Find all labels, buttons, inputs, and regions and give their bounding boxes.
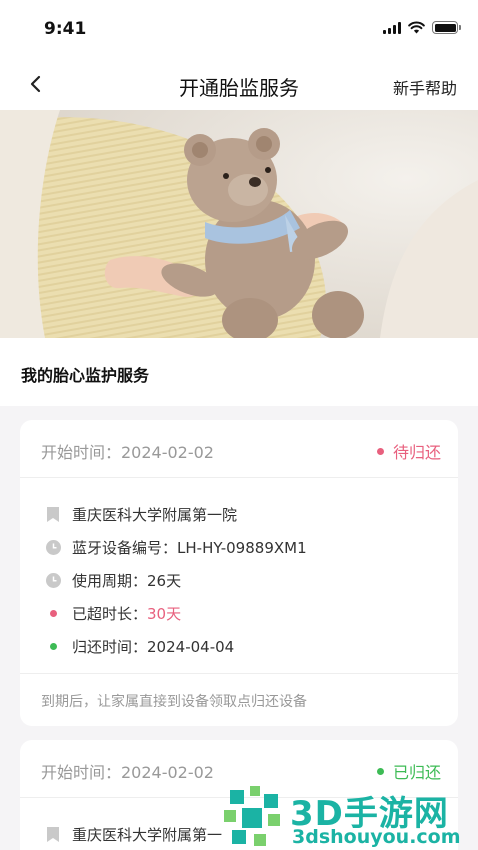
status-badge: 已归还 [376,759,441,783]
status-dot [376,767,384,775]
card-footer: 到期后，让家属直接到设备领取点归还设备 [20,674,458,726]
green-dot-icon [44,643,62,650]
status-icons [383,21,461,34]
status-badge: 待归还 [376,439,441,463]
start-time: 开始时间：2024-02-02 [41,763,214,782]
clock-icon [44,540,62,555]
period-row: 使用周期： 26天 [20,564,458,597]
bookmark-icon [44,827,62,842]
period-value: 26天 [147,572,182,590]
card-details: 重庆医科大学附属第一院 蓝牙设备编号： LH-HY-09889XM1 使用周期：… [20,478,458,674]
watermark-logo-icon [224,786,280,846]
return-note: 到期后，让家属直接到设备领取点归还设备 [41,694,307,710]
hospital-name: 重庆医科大学附属第一院 [72,506,238,524]
status-time: 9:41 [44,19,87,39]
device-label: 蓝牙设备编号： [72,539,178,557]
bookmark-icon [44,507,62,522]
wifi-icon [408,21,425,34]
status-dot [376,447,384,455]
watermark: 3D手游网 3dshouyou.com [220,784,478,850]
section-header: 我的胎心监护服务 [0,338,478,406]
clock-icon [44,573,62,588]
pink-dot-icon [44,610,62,617]
nav-bar: 开通胎监服务 新手帮助 [0,58,478,110]
device-number: LH-HY-09889XM1 [177,538,307,557]
cellular-signal-icon [383,21,401,34]
watermark-domain: 3dshouyou.com [292,826,461,848]
device-row: 蓝牙设备编号： LH-HY-09889XM1 [20,531,458,564]
start-time: 开始时间：2024-02-02 [41,443,214,462]
hero-banner-image [0,110,478,338]
help-link[interactable]: 新手帮助 [393,75,457,99]
battery-icon [432,21,461,34]
section-title: 我的胎心监护服务 [21,366,150,385]
return-row: 归还时间： 2024-04-04 [20,630,458,663]
hospital-row: 重庆医科大学附属第一院 [20,498,458,531]
return-time: 2024-04-04 [147,637,235,656]
status-label: 待归还 [392,443,441,462]
overtime-label: 已超时长： [72,605,148,623]
overtime-value: 30天 [147,605,182,623]
service-card[interactable]: 开始时间：2024-02-02 待归还 重庆医科大学附属第一院 蓝牙设备编号： … [20,420,458,726]
status-label: 已归还 [392,763,441,782]
period-label: 使用周期： [72,572,148,590]
status-bar: 9:41 [0,0,478,58]
overtime-row: 已超时长： 30天 [20,597,458,630]
card-header: 开始时间：2024-02-02 待归还 [20,420,458,478]
hospital-name: 重庆医科大学附属第一 [72,826,223,844]
return-label: 归还时间： [72,638,148,656]
